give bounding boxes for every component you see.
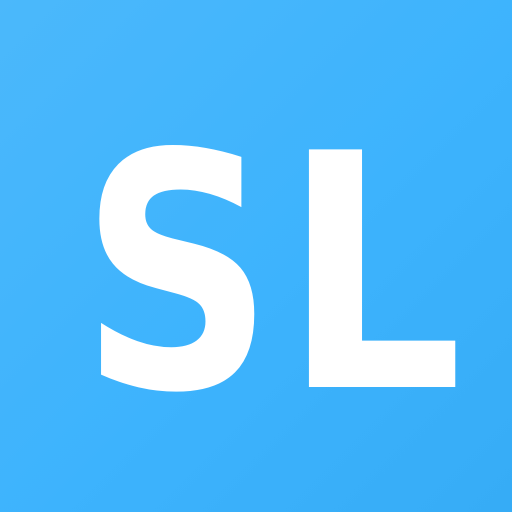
logo-letter-l: L [283, 84, 463, 464]
app-icon: S L [0, 0, 512, 512]
logo-monogram: S L [80, 84, 463, 464]
logo-letter-s: S [80, 84, 274, 464]
